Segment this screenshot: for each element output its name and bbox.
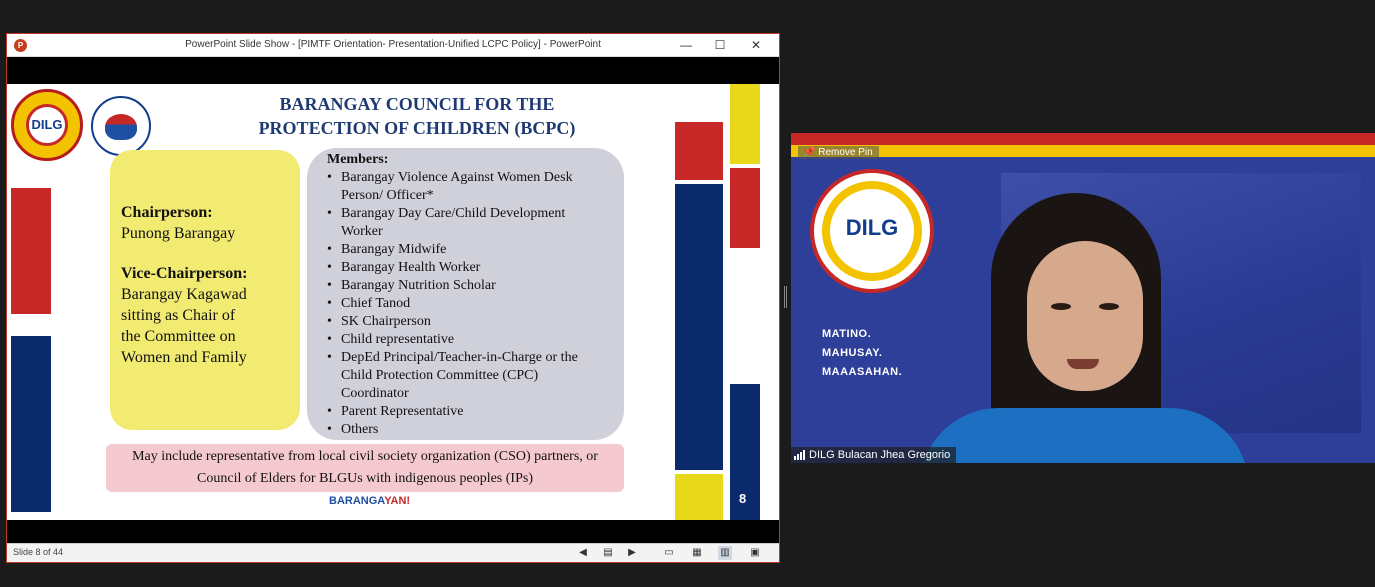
member-item: Barangay Day Care/Child Development Work…	[327, 205, 597, 241]
prev-icon[interactable]: ◀	[576, 546, 590, 560]
barangayan-logo: BARANGAYAN!	[329, 495, 410, 507]
panel-splitter[interactable]	[784, 286, 787, 308]
slide-title-line-1: BARANGAY COUNCIL FOR THE	[279, 94, 555, 114]
chairperson-value: Punong Barangay	[121, 225, 236, 242]
signal-strength-icon	[794, 450, 806, 461]
slideshow-icon[interactable]: ▣	[748, 546, 762, 560]
deco-yellow-right-top	[730, 84, 760, 164]
brand-text-a: BARANGA	[329, 495, 385, 507]
pin-icon: 📌	[803, 147, 816, 158]
desktop: P PowerPoint Slide Show - [PIMTF Orienta…	[0, 0, 1375, 587]
vice-chairperson-line: Barangay Kagawad	[121, 286, 247, 303]
slide-counter: Slide 8 of 44	[13, 547, 64, 557]
mouth-icon	[1067, 359, 1099, 369]
deco-yellow-right-bottom	[675, 474, 723, 520]
participant-name: DILG Bulacan Jhea Gregorio	[809, 449, 951, 461]
deco-red-right-1	[675, 122, 723, 180]
deco-red-left	[11, 188, 51, 314]
remove-pin-label: Remove Pin	[818, 147, 873, 158]
note-line-2: Council of Elders for BLGUs with indigen…	[197, 471, 533, 486]
barangay-operations-office-logo	[91, 96, 151, 156]
window-titlebar[interactable]: P PowerPoint Slide Show - [PIMTF Orienta…	[7, 34, 779, 57]
minimize-button[interactable]: —	[669, 34, 703, 57]
member-item: DepEd Principal/Teacher-in-Charge or the…	[327, 349, 595, 403]
seal-text: DILG	[845, 215, 899, 240]
person-face	[1027, 241, 1143, 391]
member-item: SK Chairperson	[327, 313, 624, 331]
vice-chairperson-line: Women and Family	[121, 349, 247, 366]
members-list: Barangay Violence Against Women Desk Per…	[327, 169, 624, 439]
note-box: May include representative from local ci…	[106, 444, 624, 492]
member-item: Child representative	[327, 331, 624, 349]
member-item: Parent Representative	[327, 403, 624, 421]
dilg-seal-logo: DILG	[810, 169, 934, 293]
slide-number: 8	[739, 491, 747, 506]
participant-person	[919, 193, 1249, 463]
remove-pin-button[interactable]: 📌 Remove Pin	[798, 146, 879, 159]
next-icon[interactable]: ▶	[625, 546, 639, 560]
participant-name-tag: DILG Bulacan Jhea Gregorio	[791, 447, 957, 463]
chairperson-label: Chairperson:	[121, 204, 213, 221]
logo-wave-icon	[105, 114, 137, 140]
close-button[interactable]: ✕	[739, 34, 773, 57]
dilg-logo-text: DILG	[26, 104, 68, 146]
slide-sorter-icon[interactable]: ▦	[690, 546, 704, 560]
slide-title: BARANGAY COUNCIL FOR THE PROTECTION OF C…	[207, 92, 627, 140]
brand-text-b: YAN!	[384, 495, 411, 507]
slideshow-status-bar: Slide 8 of 44 ◀ ▤ ▶ ▭ ▦ ▥ ▣	[7, 543, 779, 562]
eye-icon	[1051, 303, 1071, 310]
banner-red-stripe	[791, 133, 1375, 145]
powerpoint-window: P PowerPoint Slide Show - [PIMTF Orienta…	[6, 33, 780, 563]
motto: MATINO. MAHUSAY. MAAASAHAN.	[822, 325, 902, 382]
notes-icon[interactable]: ▤	[601, 546, 615, 560]
normal-view-icon[interactable]: ▭	[662, 546, 676, 560]
member-item: Others	[327, 421, 624, 439]
person-shirt	[919, 408, 1249, 463]
maximize-button[interactable]: ☐	[703, 34, 737, 57]
reading-view-icon[interactable]: ▥	[718, 546, 732, 560]
window-title: PowerPoint Slide Show - [PIMTF Orientati…	[185, 39, 601, 50]
vice-chairperson-line: the Committee on	[121, 328, 236, 345]
deco-red-right-2	[730, 168, 760, 248]
deco-blue-left	[11, 336, 51, 512]
motto-line: MAAASAHAN.	[822, 366, 903, 378]
member-item: Barangay Nutrition Scholar	[327, 277, 624, 295]
officers-box: Chairperson: Punong Barangay Vice-Chairp…	[110, 150, 300, 430]
eye-icon	[1099, 303, 1119, 310]
motto-line: MAHUSAY.	[822, 347, 883, 359]
slide-title-line-2: PROTECTION OF CHILDREN (BCPC)	[258, 118, 576, 138]
member-item: Barangay Midwife	[327, 241, 624, 259]
member-item: Barangay Health Worker	[327, 259, 624, 277]
member-item: Chief Tanod	[327, 295, 624, 313]
motto-line: MATINO.	[822, 328, 872, 340]
slide-canvas[interactable]: DILG BARANGAY COUNCIL FOR THE PROTECTION…	[7, 84, 779, 520]
members-heading: Members:	[327, 152, 389, 167]
participant-video[interactable]: 📌 Remove Pin DILG MATINO. MAHUSAY. MAAAS…	[791, 133, 1375, 463]
dilg-logo: DILG	[11, 89, 83, 161]
member-item: Barangay Violence Against Women Desk Per…	[327, 169, 577, 205]
note-line-1: May include representative from local ci…	[132, 449, 598, 464]
vice-chairperson-label: Vice-Chairperson:	[121, 265, 248, 282]
members-box: Members: Barangay Violence Against Women…	[307, 148, 624, 440]
vice-chairperson-line: sitting as Chair of	[121, 307, 236, 324]
deco-blue-right-1	[675, 184, 723, 470]
